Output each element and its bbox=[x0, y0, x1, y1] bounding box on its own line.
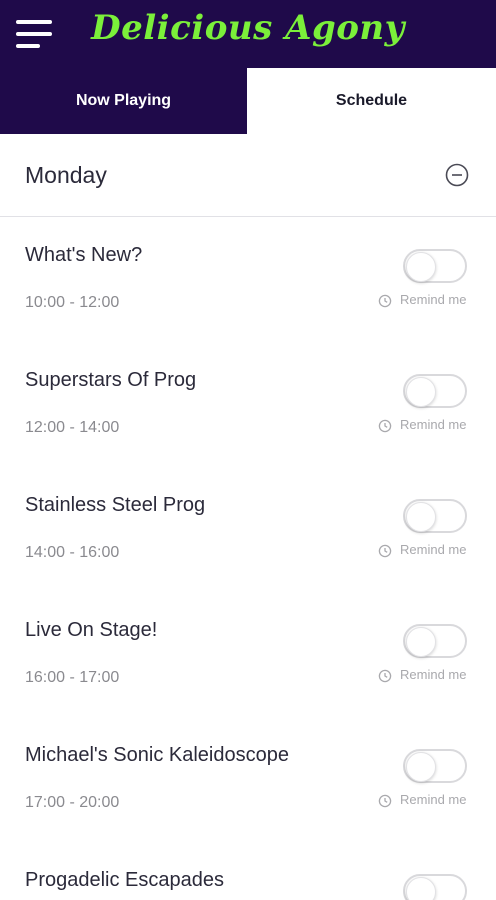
collapse-minus-icon[interactable] bbox=[445, 163, 469, 187]
show-title: What's New? bbox=[25, 244, 143, 266]
show-title: Michael's Sonic Kaleidoscope bbox=[25, 744, 289, 766]
remind-me-label: Remind me bbox=[400, 417, 467, 432]
remind-me-label-row: Remind me bbox=[378, 792, 478, 810]
list-item: Stainless Steel Prog 14:00 - 16:00 Remin… bbox=[0, 494, 496, 618]
tab-schedule[interactable]: Schedule bbox=[247, 68, 496, 134]
remind-me-label: Remind me bbox=[400, 792, 467, 807]
app-title: Delicious Agony bbox=[91, 8, 405, 48]
remind-me-label-row: Remind me bbox=[378, 417, 478, 435]
clock-icon bbox=[378, 794, 392, 808]
reminder-toggle[interactable] bbox=[403, 874, 467, 900]
list-item: Superstars Of Prog 12:00 - 14:00 Remind … bbox=[0, 369, 496, 493]
toggle-knob bbox=[406, 752, 436, 782]
clock-icon bbox=[378, 419, 392, 433]
reminder-toggle[interactable] bbox=[403, 249, 467, 283]
tab-now-playing[interactable]: Now Playing bbox=[0, 68, 247, 134]
toggle-knob bbox=[406, 502, 436, 532]
show-time: 17:00 - 20:00 bbox=[25, 794, 120, 811]
show-time: 12:00 - 14:00 bbox=[25, 419, 120, 436]
clock-icon bbox=[378, 544, 392, 558]
show-title: Superstars Of Prog bbox=[25, 369, 197, 391]
app-header: Delicious Agony bbox=[0, 0, 496, 68]
show-title: Progadelic Escapades bbox=[25, 869, 225, 891]
day-label: Monday bbox=[25, 162, 107, 188]
show-title: Live On Stage! bbox=[25, 619, 158, 641]
toggle-knob bbox=[406, 377, 436, 407]
remind-me-label: Remind me bbox=[400, 542, 467, 557]
remind-me-label-row: Remind me bbox=[378, 292, 478, 310]
show-time: 14:00 - 16:00 bbox=[25, 544, 120, 561]
clock-icon bbox=[378, 669, 392, 683]
reminder-toggle[interactable] bbox=[403, 374, 467, 408]
clock-icon bbox=[378, 294, 392, 308]
remind-me-label-row: Remind me bbox=[378, 542, 478, 560]
day-section-header[interactable]: Monday bbox=[0, 134, 496, 217]
reminder-toggle[interactable] bbox=[403, 499, 467, 533]
reminder-toggle[interactable] bbox=[403, 624, 467, 658]
remind-me-label: Remind me bbox=[400, 667, 467, 682]
show-time: 10:00 - 12:00 bbox=[25, 294, 120, 311]
show-time: 16:00 - 17:00 bbox=[25, 669, 120, 686]
remind-me-label: Remind me bbox=[400, 292, 467, 307]
show-title: Stainless Steel Prog bbox=[25, 494, 206, 516]
toggle-knob bbox=[406, 627, 436, 657]
remind-me-label-row: Remind me bbox=[378, 667, 478, 685]
list-item: Progadelic Escapades bbox=[0, 869, 496, 900]
reminder-toggle[interactable] bbox=[403, 749, 467, 783]
toggle-knob bbox=[406, 877, 436, 900]
tab-bar: Now Playing Schedule bbox=[0, 68, 496, 134]
list-item: Live On Stage! 16:00 - 17:00 Remind me bbox=[0, 619, 496, 743]
toggle-knob bbox=[406, 252, 436, 282]
list-item: What's New? 10:00 - 12:00 Remind me bbox=[0, 244, 496, 368]
list-item: Michael's Sonic Kaleidoscope 17:00 - 20:… bbox=[0, 744, 496, 868]
